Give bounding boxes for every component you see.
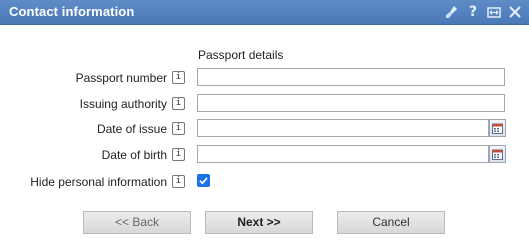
titlebar-icons: ? (444, 3, 523, 21)
info-icon[interactable]: i (172, 97, 185, 110)
calendar-icon[interactable] (489, 119, 506, 137)
help-icon[interactable]: ? (465, 4, 481, 20)
section-header-passport: Passport details (198, 48, 284, 62)
next-button[interactable]: Next >> (205, 211, 313, 234)
row-date-of-issue: Date of issue i (0, 119, 529, 139)
close-icon[interactable] (507, 4, 523, 20)
issuing-authority-label: Issuing authority (79, 97, 167, 111)
passport-number-field[interactable] (197, 68, 505, 86)
checkmark-icon (199, 177, 208, 185)
date-of-birth-field[interactable] (197, 145, 489, 163)
cancel-button[interactable]: Cancel (337, 211, 445, 234)
window-titlebar: Contact information ? (0, 0, 529, 25)
info-icon[interactable]: i (172, 71, 185, 84)
row-issuing-authority: Issuing authority i (0, 94, 529, 114)
issuing-authority-field[interactable] (197, 94, 505, 112)
window-title: Contact information (9, 4, 135, 19)
back-button[interactable]: << Back (83, 211, 191, 234)
hide-personal-info-checkbox[interactable] (197, 174, 210, 187)
info-icon[interactable]: i (172, 175, 185, 188)
date-of-birth-label: Date of birth (101, 148, 167, 162)
row-hide-personal-info: Hide personal information i (0, 172, 529, 192)
row-passport-number: Passport number i (0, 68, 529, 88)
hide-personal-info-label: Hide personal information (30, 175, 167, 189)
clean-icon[interactable] (444, 4, 460, 20)
date-of-issue-label: Date of issue (96, 122, 167, 136)
passport-number-label: Passport number (75, 71, 167, 85)
info-icon[interactable]: i (172, 148, 185, 161)
info-icon[interactable]: i (172, 122, 185, 135)
row-date-of-birth: Date of birth i (0, 145, 529, 165)
calendar-icon[interactable] (489, 145, 506, 163)
date-of-issue-field[interactable] (197, 119, 489, 137)
maximize-icon[interactable] (486, 4, 502, 20)
